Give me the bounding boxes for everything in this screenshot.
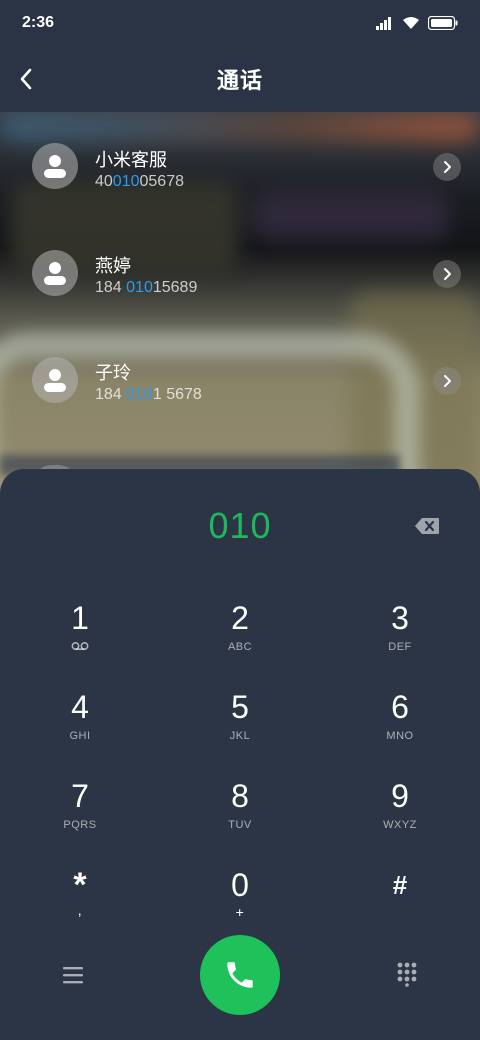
- keypad-icon[interactable]: [394, 961, 420, 987]
- status-bar: 2:36: [0, 0, 480, 46]
- key-letters: ,: [77, 902, 83, 918]
- avatar: [32, 357, 78, 403]
- key-digit: #: [392, 870, 408, 900]
- key-letters: ABC: [227, 641, 253, 653]
- key-letters: MNO: [386, 730, 414, 742]
- menu-icon[interactable]: [60, 963, 86, 987]
- key-hash[interactable]: #: [335, 860, 465, 940]
- dialer-panel: 010 1 2 ABC 3 DEF 4 GHI 5 JKL 6 MNO 7 PQ…: [0, 469, 480, 1040]
- backspace-icon[interactable]: [414, 517, 440, 535]
- key-letters: TUV: [228, 819, 252, 831]
- key-2[interactable]: 2 ABC: [175, 593, 305, 673]
- key-letters: +: [235, 904, 245, 920]
- contact-name: 子玲: [95, 363, 131, 384]
- key-digit: 8: [231, 778, 249, 814]
- contact-name: 小米客服: [95, 150, 167, 171]
- contact-name: 燕婷: [95, 256, 131, 277]
- chevron-right-icon: [444, 268, 451, 280]
- key-digit: 2: [231, 600, 249, 636]
- contact-item[interactable]: 燕婷 184 01015689: [0, 218, 480, 318]
- key-0[interactable]: 0 +: [175, 860, 305, 940]
- person-icon: [44, 369, 66, 392]
- key-digit: 6: [391, 689, 409, 725]
- contact-number: 4001005678: [95, 173, 184, 190]
- key-1[interactable]: 1: [15, 593, 145, 673]
- voicemail-icon: [71, 642, 89, 650]
- key-digit: 5: [231, 689, 249, 725]
- key-digit: *: [73, 866, 87, 904]
- avatar: [32, 143, 78, 189]
- key-9[interactable]: 9 WXYZ: [335, 771, 465, 851]
- key-8[interactable]: 8 TUV: [175, 771, 305, 851]
- contact-number: 184 01015689: [95, 279, 198, 296]
- call-button[interactable]: [200, 935, 280, 1015]
- dial-input[interactable]: 010: [0, 505, 480, 547]
- back-button[interactable]: [14, 64, 38, 94]
- battery-icon: [428, 16, 458, 30]
- status-icons: [376, 16, 458, 30]
- chevron-left-icon: [20, 68, 32, 90]
- key-letters: PQRS: [63, 819, 97, 831]
- app-header: 通话: [0, 46, 480, 112]
- match-highlight: 010: [126, 279, 153, 296]
- phone-icon: [227, 962, 253, 988]
- contact-detail-button[interactable]: [433, 260, 461, 288]
- key-letters: WXYZ: [383, 819, 417, 831]
- contact-detail-button[interactable]: [433, 153, 461, 181]
- person-icon: [44, 155, 66, 178]
- match-highlight: 010: [126, 386, 153, 403]
- key-digit: 1: [71, 600, 89, 636]
- key-digit: 3: [391, 600, 409, 636]
- key-digit: 0: [231, 867, 249, 903]
- key-5[interactable]: 5 JKL: [175, 682, 305, 762]
- contact-number: 184 0101 5678: [95, 386, 202, 403]
- key-letters: JKL: [229, 730, 251, 742]
- key-digit: 4: [71, 689, 89, 725]
- key-3[interactable]: 3 DEF: [335, 593, 465, 673]
- key-digit: 7: [71, 778, 89, 814]
- key-4[interactable]: 4 GHI: [15, 682, 145, 762]
- key-7[interactable]: 7 PQRS: [15, 771, 145, 851]
- key-letters: GHI: [69, 730, 91, 742]
- contact-detail-button[interactable]: [433, 367, 461, 395]
- wifi-icon: [403, 17, 419, 29]
- status-time: 2:36: [22, 14, 55, 31]
- chevron-right-icon: [444, 375, 451, 387]
- person-icon: [44, 262, 66, 285]
- key-star[interactable]: * ,: [15, 860, 145, 940]
- contact-item[interactable]: 小米客服 4001005678: [0, 112, 480, 212]
- signal-icon: [376, 17, 391, 30]
- contact-item[interactable]: 子玲 184 0101 5678: [0, 325, 480, 425]
- chevron-right-icon: [444, 161, 451, 173]
- key-letters: DEF: [388, 641, 412, 653]
- match-highlight: 010: [112, 173, 140, 190]
- avatar: [32, 250, 78, 296]
- key-digit: 9: [391, 778, 409, 814]
- page-title: 通话: [216, 69, 263, 94]
- key-6[interactable]: 6 MNO: [335, 682, 465, 762]
